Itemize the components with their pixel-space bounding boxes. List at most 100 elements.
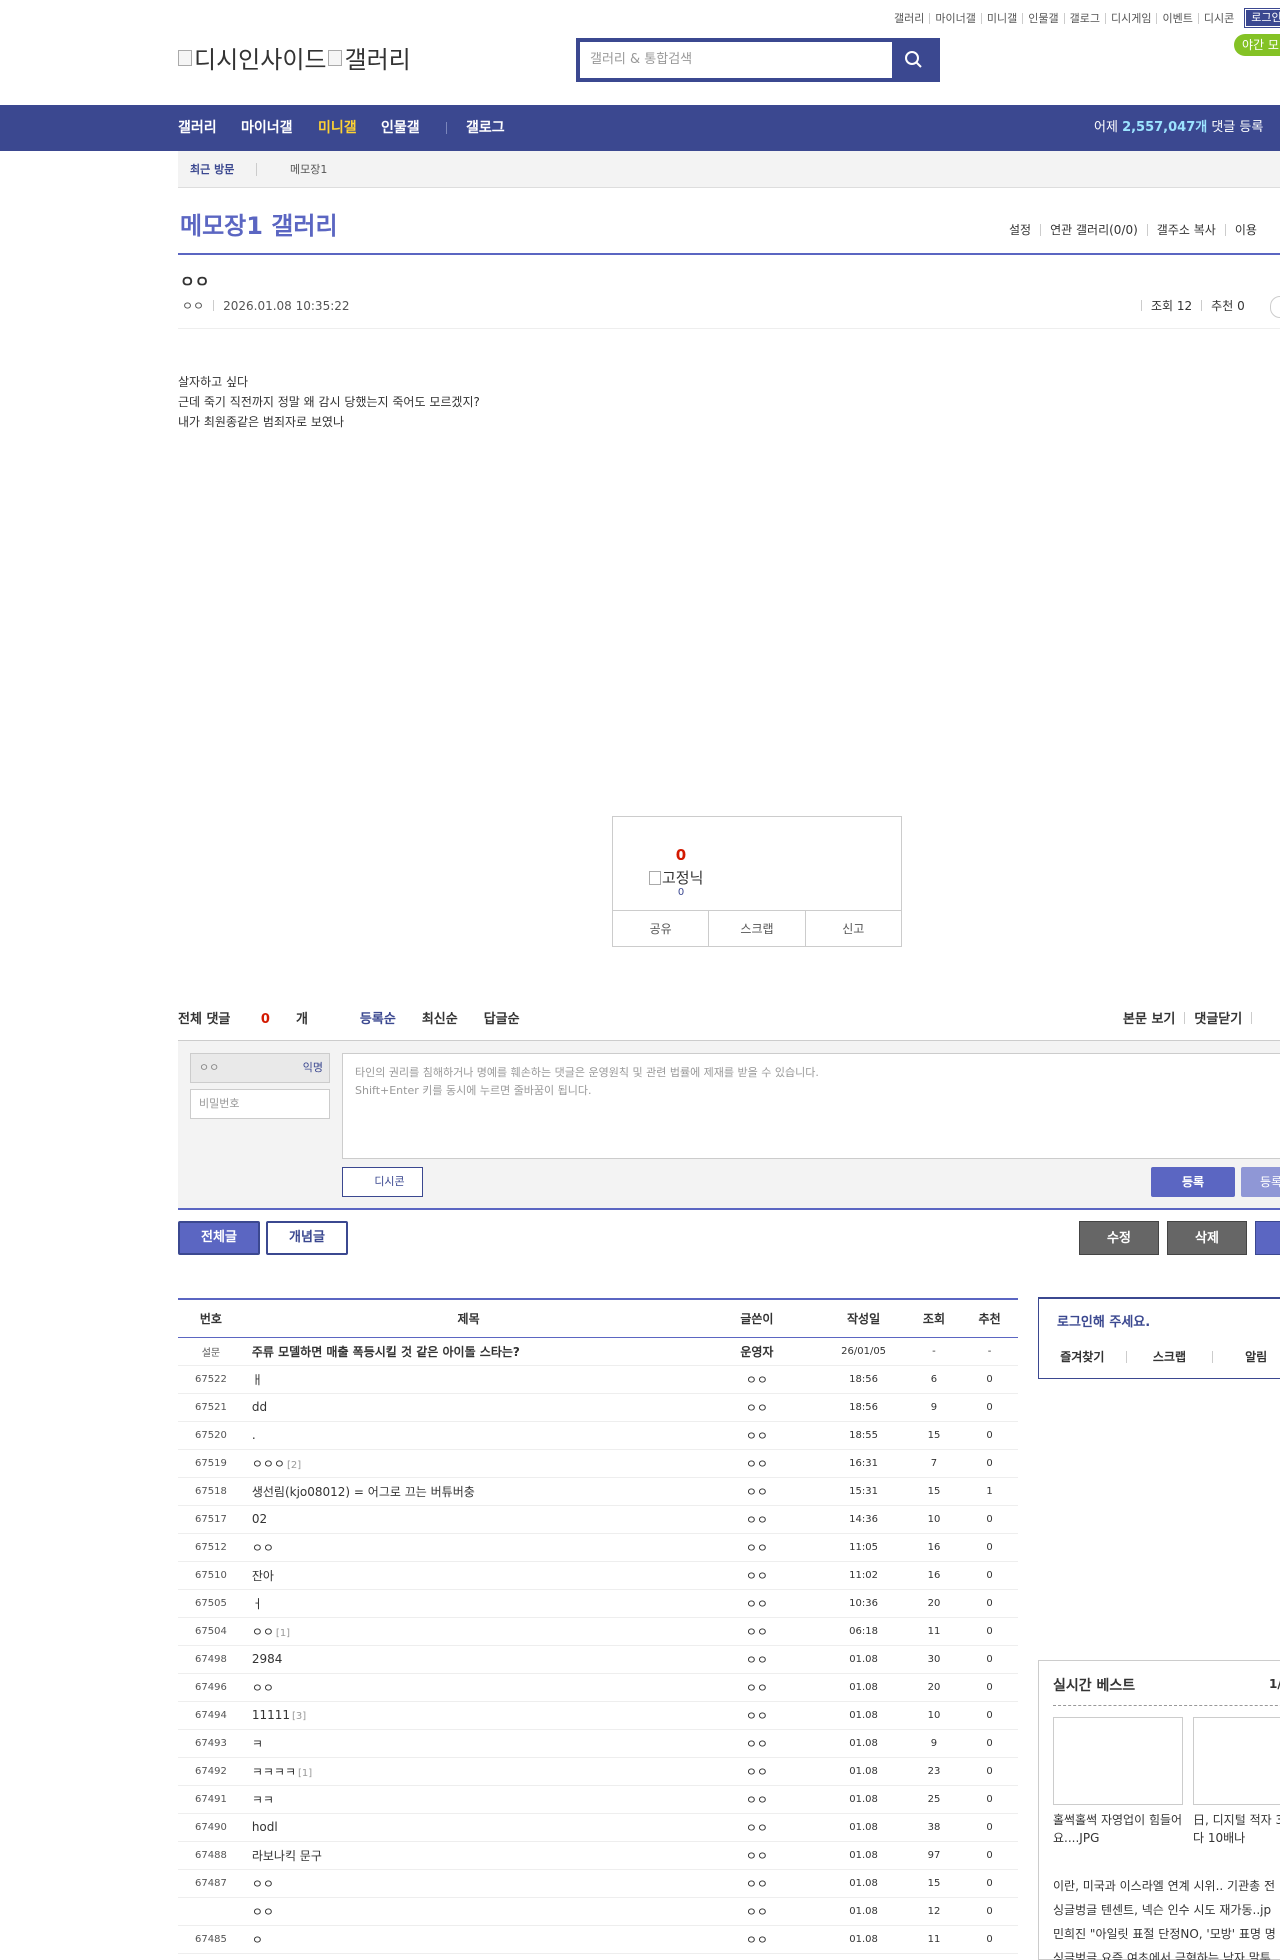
table-row[interactable]: 67512 ㅇㅇ ㅇㅇ 11:05 16 0 (178, 1533, 1018, 1562)
row-title-text[interactable]: ㅋ (252, 1737, 263, 1751)
row-title[interactable]: ㅋ (243, 1729, 694, 1758)
table-row[interactable]: 67521 dd ㅇㅇ 18:56 9 0 (178, 1393, 1018, 1422)
row-comment-count[interactable]: [1] (276, 1628, 290, 1639)
comment-submit-alt-button[interactable]: 등록 (1241, 1167, 1280, 1197)
view-body-link[interactable]: 본문 보기 (1123, 1008, 1175, 1027)
password-field[interactable]: 비밀번호 (190, 1089, 330, 1119)
table-row[interactable]: 67520. ㅇㅇ 18:55 15 0 (178, 1421, 1018, 1450)
row-title-text[interactable]: hodl (252, 1820, 278, 1834)
best-list-item[interactable]: 민희진 "아일릿 표절 단정NO, '모방' 표명 명 (1053, 1925, 1280, 1942)
table-row[interactable]: 67491 ㅋㅋ ㅇㅇ 01.08 25 0 (178, 1785, 1018, 1814)
nickname-field[interactable]: ㅇㅇ 익명 (190, 1053, 330, 1083)
best-list-item[interactable]: 싱글벙글 텐센트, 넥슨 인수 시도 재가동..jp (1053, 1901, 1280, 1918)
row-title-text[interactable]: ㅇㅇ (252, 1877, 274, 1891)
row-title-text[interactable]: . (252, 1428, 256, 1442)
scrap-tab[interactable]: 스크랩 (1125, 1351, 1213, 1363)
search-button[interactable] (892, 42, 936, 78)
top-link[interactable]: 갤로그 (1063, 12, 1105, 24)
dccon-button[interactable]: 디시콘 (342, 1167, 423, 1197)
nav-gallog[interactable]: 갤로그 (466, 105, 505, 151)
table-row[interactable]: 67504 ㅇㅇ [1] ㅇㅇ 06:18 11 0 (178, 1617, 1018, 1646)
top-link[interactable]: 미니갤 (980, 12, 1022, 24)
table-row[interactable]: 67517 02 ㅇㅇ 14:36 10 0 (178, 1505, 1018, 1534)
row-title-text[interactable]: 잔아 (252, 1569, 274, 1583)
table-row[interactable]: 67493 ㅋ ㅇㅇ 01.08 9 0 (178, 1729, 1018, 1758)
row-title-text[interactable]: ㅇㅇㅇ (252, 1457, 285, 1471)
post-author[interactable]: ㅇㅇ (182, 297, 204, 314)
row-title-text[interactable]: dd (252, 1400, 267, 1414)
copy-address-link[interactable]: 갤주소 복사 (1146, 224, 1225, 236)
row-title[interactable]: ㅇㅇ [1] (243, 1617, 694, 1646)
sort-registered[interactable]: 등록순 (360, 1008, 396, 1027)
all-posts-button[interactable]: 전체글 (178, 1221, 260, 1255)
row-title[interactable]: ㅐ (243, 1365, 694, 1394)
row-title-text[interactable]: 생선림(kjo08012) = 어그로 끄는 버튜버충 (252, 1485, 475, 1499)
top-link[interactable]: 이벤트 (1156, 12, 1197, 24)
favorites-tab[interactable]: 즐겨찾기 (1039, 1351, 1126, 1363)
table-row[interactable]: 67487 ㅇㅇ ㅇㅇ 01.08 15 0 (178, 1869, 1018, 1898)
delete-button[interactable]: 삭제 (1167, 1221, 1247, 1255)
row-title[interactable]: . (243, 1421, 694, 1450)
row-title[interactable]: ㅇㅇㅇ [2] (243, 1449, 694, 1478)
row-title-text[interactable]: ㅇㅇ (252, 1541, 274, 1555)
table-row[interactable]: 67494 11111 [3] ㅇㅇ 01.08 10 0 (178, 1701, 1018, 1730)
row-comment-count[interactable]: [1] (298, 1768, 312, 1779)
row-title[interactable]: ㅓ (243, 1589, 694, 1618)
row-title-text[interactable]: ㅋㅋ (252, 1793, 274, 1807)
row-title-text[interactable]: 라보나킥 문구 (252, 1849, 322, 1863)
row-title-text[interactable]: ㅇㅇ (252, 1681, 274, 1695)
table-row[interactable]: 67496 ㅇㅇ ㅇㅇ 01.08 20 0 (178, 1673, 1018, 1702)
post-option-button[interactable] (1270, 296, 1280, 318)
row-title-text[interactable]: ㅇ (252, 1933, 263, 1947)
usage-link[interactable]: 이용 (1224, 224, 1266, 236)
close-comments-link[interactable]: 댓글닫기 (1194, 1008, 1242, 1027)
login-prompt[interactable]: 로그인해 주세요. (1057, 1311, 1150, 1330)
best-thumbnail[interactable] (1053, 1717, 1183, 1805)
night-mode-button[interactable]: 야간 모 (1234, 34, 1280, 56)
comment-submit-button[interactable]: 등록 (1151, 1167, 1235, 1197)
logo[interactable]: 디시인사이드 갤러리 (178, 40, 411, 75)
scrap-button[interactable]: 스크랩 (708, 911, 804, 946)
row-title-text[interactable]: 주류 모델하면 매출 폭등시킬 것 같은 아이돌 스타는? (252, 1345, 520, 1359)
row-title[interactable]: 02 (243, 1505, 694, 1534)
nav-mini-gallery[interactable]: 미니갤 (318, 105, 357, 151)
table-row[interactable]: 67518 생선림(kjo08012) = 어그로 끄는 버튜버충 ㅇㅇ 15:31 1… (178, 1477, 1018, 1506)
row-title[interactable]: 잔아 (243, 1561, 694, 1590)
table-row[interactable]: 67488 라보나킥 문구 ㅇㅇ 01.08 97 0 (178, 1841, 1018, 1870)
row-title[interactable]: ㅋㅋ (243, 1785, 694, 1814)
table-row[interactable]: 67510 잔아 ㅇㅇ 11:02 16 0 (178, 1561, 1018, 1590)
related-gallery-link[interactable]: 연관 갤러리(0/0) (1040, 224, 1147, 236)
table-row[interactable]: 67505 ㅓ ㅇㅇ 10:36 20 0 (178, 1589, 1018, 1618)
row-title[interactable]: 라보나킥 문구 (243, 1841, 694, 1870)
settings-link[interactable]: 설정 (1000, 224, 1040, 236)
row-title[interactable]: 11111 [3] (243, 1701, 694, 1730)
row-title[interactable]: ㅇㅇ (243, 1897, 694, 1926)
gallery-title[interactable]: 메모장1 갤러리 (180, 206, 338, 241)
row-title[interactable]: ㅋㅋㅋㅋ [1] (243, 1757, 694, 1786)
row-title-text[interactable]: ㅓ (252, 1597, 263, 1611)
report-button[interactable]: 신고 (804, 911, 901, 946)
table-row[interactable]: ㅇㅇ ㅇㅇ 01.08 12 0 (178, 1897, 1018, 1926)
row-title[interactable]: 2984 (243, 1645, 694, 1674)
edit-button[interactable]: 수정 (1079, 1221, 1159, 1255)
nav-gallery[interactable]: 갤러리 (178, 105, 217, 151)
table-row[interactable]: 67498 2984 ㅇㅇ 01.08 30 0 (178, 1645, 1018, 1674)
table-row[interactable]: 설문 주류 모델하면 매출 폭등시킬 것 같은 아이돌 스타는? 운영자 26/01/… (178, 1337, 1018, 1366)
best-list-item[interactable]: 싱글벙글 요즘 여초에서 극혐하는 남자 말투 (1053, 1949, 1280, 1960)
row-title[interactable]: ㅇㅇ (243, 1533, 694, 1562)
row-title[interactable]: hodl (243, 1813, 694, 1842)
row-title-text[interactable]: 02 (252, 1512, 267, 1526)
search-input[interactable]: 갤러리 & 통합검색 (580, 42, 892, 78)
row-title[interactable]: 주류 모델하면 매출 폭등시킬 것 같은 아이돌 스타는? (243, 1337, 694, 1366)
top-link[interactable]: 마이너갤 (929, 12, 980, 24)
nav-minor-gallery[interactable]: 마이너갤 (241, 105, 293, 151)
row-title[interactable]: ㅇ (243, 1925, 694, 1954)
best-caption[interactable]: 日, 디지털 적자 3한국보다 10배나 (1193, 1811, 1280, 1847)
row-title[interactable]: 생선림(kjo08012) = 어그로 끄는 버튜버충 (243, 1477, 694, 1506)
top-link[interactable]: 디시게임 (1104, 12, 1156, 24)
notification-tab[interactable]: 알림 (1212, 1351, 1280, 1363)
top-link[interactable]: 인물갤 (1022, 12, 1063, 24)
row-title-text[interactable]: ㅐ (252, 1373, 263, 1387)
table-row[interactable]: 67522 ㅐ ㅇㅇ 18:56 6 0 (178, 1365, 1018, 1394)
share-button[interactable]: 공유 (613, 911, 708, 946)
